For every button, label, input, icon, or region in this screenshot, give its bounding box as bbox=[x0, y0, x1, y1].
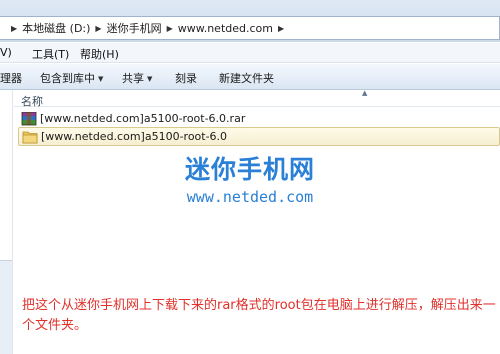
new-folder-label: 新建文件夹 bbox=[219, 72, 274, 85]
address-bar-area: ▶ 本地磁盘 (D:) ▶ 迷你手机网 ▶ www.netded.com ▶ bbox=[0, 0, 500, 42]
menu-view[interactable]: V) bbox=[0, 46, 12, 59]
breadcrumb-arrow-icon[interactable]: ▶ bbox=[278, 24, 284, 33]
winrar-archive-icon bbox=[21, 111, 37, 125]
chevron-down-icon: ▼ bbox=[147, 75, 153, 83]
breadcrumb-drive[interactable]: 本地磁盘 (D:) bbox=[22, 20, 90, 36]
breadcrumb-folder-1[interactable]: 迷你手机网 bbox=[107, 20, 162, 36]
folder-icon bbox=[22, 131, 38, 143]
chevron-down-icon: ▼ bbox=[98, 75, 104, 83]
breadcrumb-arrow-icon[interactable]: ▶ bbox=[95, 24, 101, 33]
menu-tools[interactable]: 工具(T) bbox=[32, 46, 69, 62]
navigation-pane[interactable] bbox=[0, 90, 13, 354]
watermark-title: 迷你手机网 bbox=[184, 155, 315, 184]
breadcrumb-arrow-icon[interactable]: ▶ bbox=[11, 24, 17, 33]
menu-bar: V) 工具(T) 帮助(H) bbox=[0, 43, 500, 63]
command-toolbar: 理器 包含到库中 ▼ 共享 ▼ 刻录 新建文件夹 bbox=[0, 64, 500, 90]
address-bar[interactable]: ▶ 本地磁盘 (D:) ▶ 迷你手机网 ▶ www.netded.com ▶ bbox=[0, 16, 500, 40]
watermark-url: www.netded.com bbox=[186, 188, 314, 206]
share-button[interactable]: 共享 ▼ bbox=[122, 70, 152, 86]
breadcrumb-folder-2[interactable]: www.netded.com bbox=[178, 22, 273, 35]
file-name: [www.netded.com]a5100-root-6.0.rar bbox=[40, 112, 246, 125]
new-folder-button[interactable]: 新建文件夹 bbox=[219, 70, 274, 86]
burn-label: 刻录 bbox=[175, 72, 197, 85]
include-label: 包含到库中 bbox=[40, 72, 95, 85]
column-header: 名称 ▲ bbox=[14, 89, 500, 109]
list-item-selected[interactable]: [www.netded.com]a5100-root-6.0 bbox=[18, 127, 500, 146]
file-name: [www.netded.com]a5100-root-6.0 bbox=[41, 130, 228, 143]
column-name-header[interactable]: 名称 bbox=[21, 93, 43, 109]
share-label: 共享 bbox=[122, 72, 144, 85]
breadcrumb-arrow-icon[interactable]: ▶ bbox=[167, 24, 173, 33]
list-item[interactable]: [www.netded.com]a5100-root-6.0.rar bbox=[18, 109, 500, 128]
organize-label: 理器 bbox=[0, 72, 22, 85]
sort-up-icon: ▲ bbox=[362, 89, 368, 97]
organize-button[interactable]: 理器 bbox=[0, 70, 22, 86]
navigation-scrollbar[interactable] bbox=[0, 260, 12, 354]
menu-help[interactable]: 帮助(H) bbox=[80, 46, 119, 62]
instruction-text: 把这个从迷你手机网上下载下来的rar格式的root包在电脑上进行解压，解压出来一… bbox=[22, 298, 496, 333]
include-in-library-button[interactable]: 包含到库中 ▼ bbox=[40, 70, 103, 86]
burn-button[interactable]: 刻录 bbox=[175, 70, 197, 86]
